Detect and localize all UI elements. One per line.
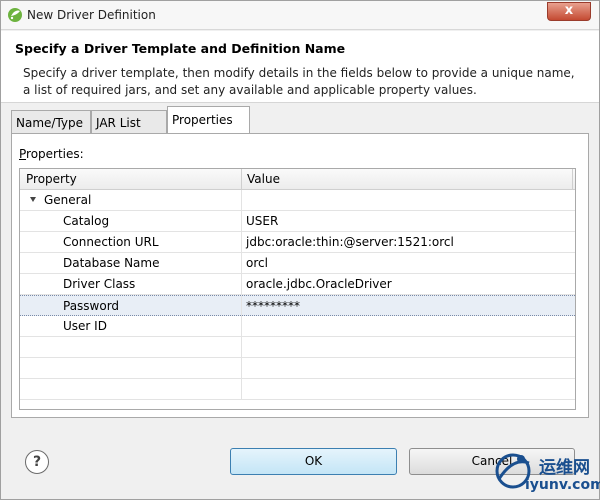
property-value[interactable]: orcl	[246, 256, 268, 270]
table-row-selected[interactable]: Password *********	[20, 295, 575, 317]
window-title: New Driver Definition	[27, 8, 156, 22]
watermark-text-cn: 运维网	[539, 458, 590, 478]
property-value[interactable]: jdbc:oracle:thin:@server:1521:orcl	[246, 235, 454, 249]
column-header-property[interactable]: Property	[26, 172, 77, 186]
properties-label: Properties:	[19, 147, 84, 161]
watermark-text-url: iyunv.com	[525, 477, 600, 493]
table-row[interactable]: User ID	[20, 316, 575, 337]
property-name: Database Name	[63, 256, 160, 270]
property-name: Driver Class	[63, 277, 136, 291]
close-button[interactable]: x	[547, 2, 591, 21]
properties-table[interactable]: Property Value General Catalog USER Conn…	[19, 168, 576, 410]
cell-divider	[241, 211, 242, 232]
cell-divider	[241, 190, 242, 211]
password-value[interactable]: *********	[246, 299, 300, 313]
cell-divider	[241, 296, 242, 317]
tab-name-type[interactable]: Name/Type	[11, 110, 91, 134]
property-name: User ID	[63, 319, 107, 333]
help-icon: ?	[32, 454, 42, 470]
property-value[interactable]: USER	[246, 214, 278, 228]
cell-divider	[241, 337, 242, 358]
site-watermark: 运维网 iyunv.com	[487, 447, 600, 497]
cell-divider	[241, 274, 242, 295]
property-name: Password	[63, 299, 120, 313]
empty-row	[20, 358, 575, 379]
ok-button[interactable]: OK	[230, 448, 397, 475]
table-row[interactable]: Database Name orcl	[20, 253, 575, 274]
table-row[interactable]: Connection URL jdbc:oracle:thin:@server:…	[20, 232, 575, 253]
cell-divider	[241, 253, 242, 274]
tab-label: Name/Type	[16, 116, 84, 130]
table-row[interactable]: Catalog USER	[20, 211, 575, 232]
cell-divider	[241, 316, 242, 337]
close-icon: x	[564, 3, 574, 18]
tab-jar-list[interactable]: JAR List	[91, 110, 167, 134]
scroll-corner	[572, 169, 575, 190]
dialog-window: New Driver Definition x Specify a Driver…	[0, 0, 600, 500]
group-row-general[interactable]: General	[20, 190, 575, 211]
collapse-triangle-icon[interactable]	[30, 197, 36, 202]
help-button[interactable]: ?	[25, 450, 49, 474]
title-bar: New Driver Definition x	[1, 1, 599, 30]
dialog-header: Specify a Driver Template and Definition…	[1, 31, 599, 103]
empty-row	[20, 337, 575, 358]
cell-divider	[241, 232, 242, 253]
property-name: Catalog	[63, 214, 110, 228]
eclipse-app-icon	[7, 7, 23, 23]
column-header-value[interactable]: Value	[247, 172, 280, 186]
empty-row	[20, 379, 575, 400]
property-value[interactable]: oracle.jdbc.OracleDriver	[246, 277, 392, 291]
table-row[interactable]: Driver Class oracle.jdbc.OracleDriver	[20, 274, 575, 295]
tab-label: Properties	[172, 113, 233, 127]
property-name: Connection URL	[63, 235, 159, 249]
tab-properties[interactable]: Properties	[167, 106, 250, 134]
column-divider[interactable]	[241, 169, 242, 190]
properties-tab-panel: Properties: Property Value General Catal…	[11, 133, 589, 418]
cell-divider	[241, 379, 242, 400]
header-description: Specify a driver template, then modify d…	[23, 66, 575, 97]
cell-divider	[241, 358, 242, 379]
table-header: Property Value	[20, 169, 575, 190]
group-label: General	[44, 193, 92, 207]
tab-label: JAR List	[96, 116, 141, 130]
header-title: Specify a Driver Template and Definition…	[15, 41, 346, 56]
